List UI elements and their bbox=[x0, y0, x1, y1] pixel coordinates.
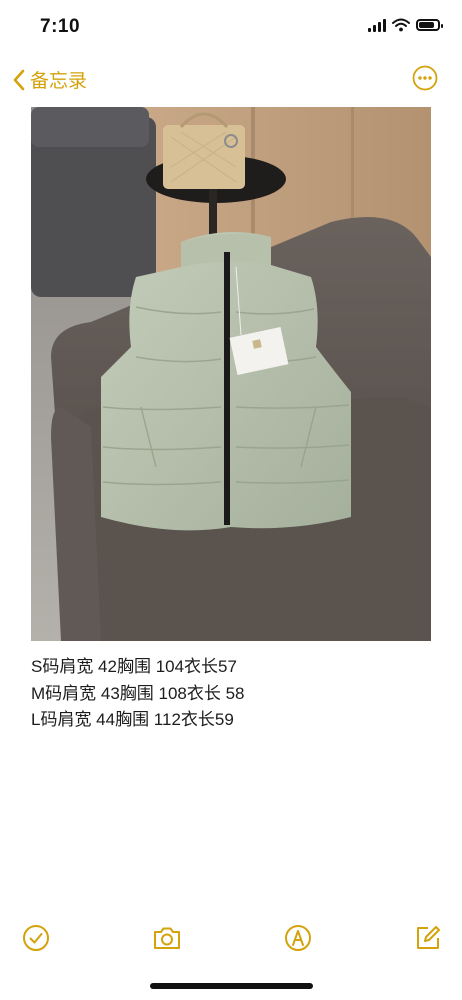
compose-icon[interactable] bbox=[414, 924, 442, 952]
checklist-icon[interactable] bbox=[22, 924, 50, 952]
battery-icon bbox=[416, 19, 443, 31]
battery-level bbox=[419, 22, 434, 28]
markup-icon[interactable] bbox=[284, 924, 312, 952]
wifi-icon bbox=[392, 18, 410, 32]
back-label: 备忘录 bbox=[30, 71, 88, 92]
note-line-size-m: M码肩宽 43胸围 108衣长 58 bbox=[31, 683, 245, 703]
vest-photo-illustration bbox=[31, 107, 431, 641]
more-options-icon[interactable] bbox=[412, 65, 438, 91]
cellular-signal-icon bbox=[368, 18, 386, 32]
status-time: 7:10 bbox=[40, 16, 81, 37]
status-icons bbox=[368, 18, 443, 32]
note-attached-photo[interactable] bbox=[31, 107, 431, 641]
status-bar: 7:10 bbox=[0, 0, 462, 56]
chevron-left-icon bbox=[13, 69, 25, 90]
note-line-size-s: S码肩宽 42胸围 104衣长57 bbox=[31, 657, 237, 676]
home-indicator[interactable] bbox=[150, 983, 313, 989]
camera-icon[interactable] bbox=[152, 924, 182, 952]
bottom-toolbar bbox=[0, 918, 462, 958]
note-line-size-l: L码肩宽 44胸围 112衣长59 bbox=[31, 710, 234, 729]
note-body[interactable]: S码肩宽 42胸围 104衣长57 M码肩宽 43胸围 108衣长 58 L码肩… bbox=[31, 654, 245, 734]
back-button[interactable]: 备忘录 bbox=[12, 66, 87, 93]
nav-bar: 备忘录 bbox=[0, 56, 462, 104]
